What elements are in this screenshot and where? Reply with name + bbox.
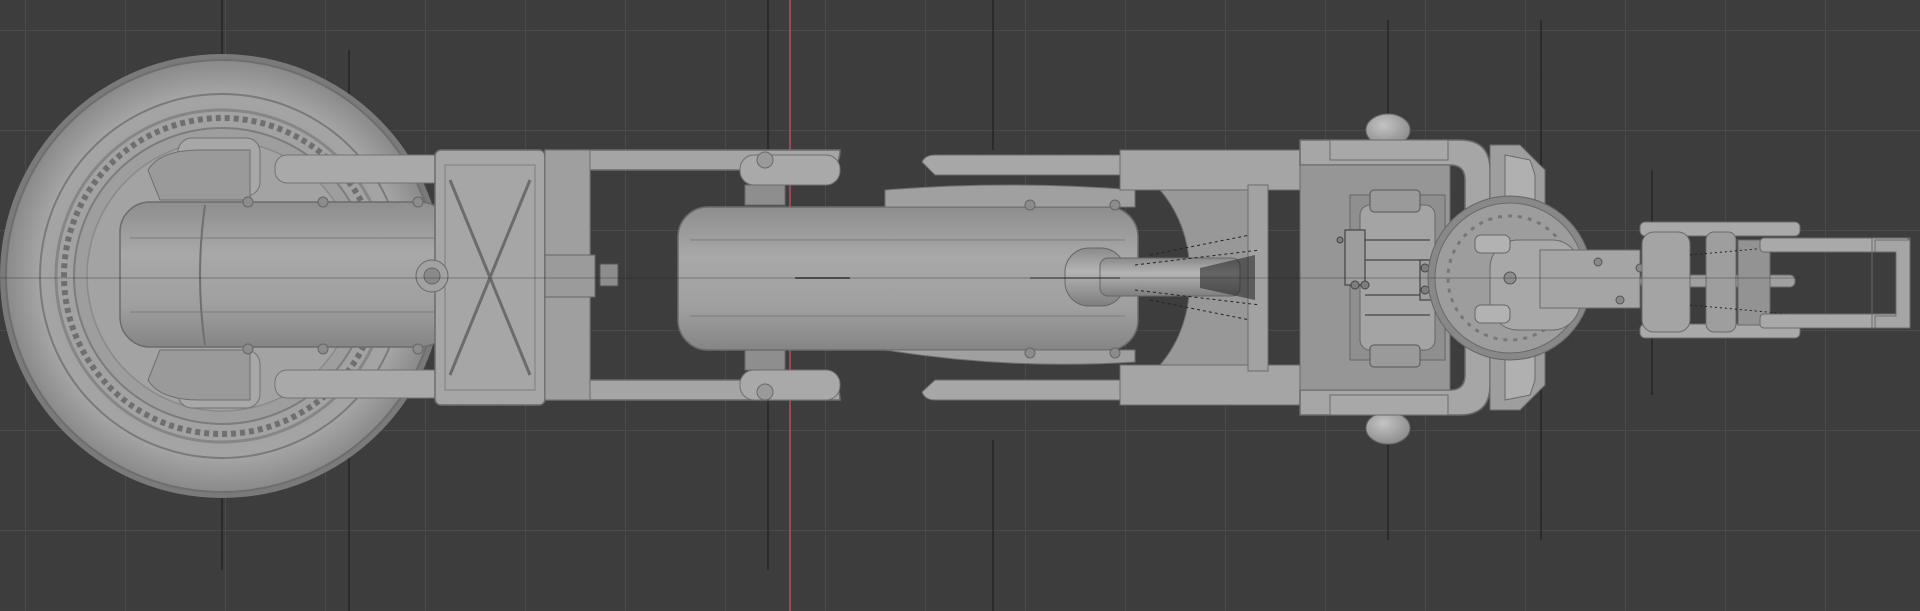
3d-viewport[interactable] bbox=[0, 0, 1920, 611]
viewport-scene[interactable] bbox=[0, 0, 1920, 611]
gripper[interactable] bbox=[1639, 221, 1911, 339]
